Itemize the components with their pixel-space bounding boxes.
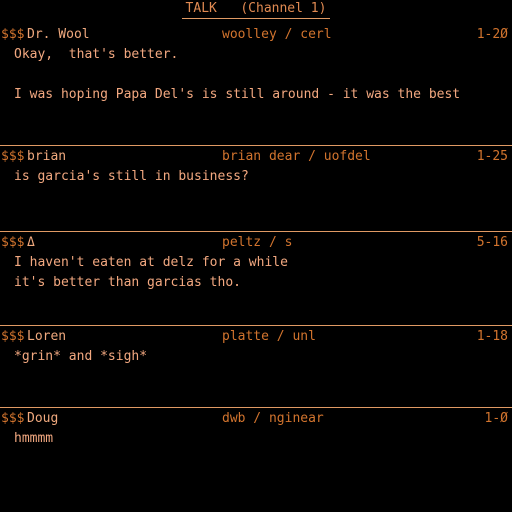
- message-header: $$$ Doug dwb / nginear 1-Ø: [0, 408, 512, 429]
- message-author-handle: brian: [27, 149, 67, 164]
- message-author-handle: Δ: [27, 235, 35, 250]
- message-block[interactable]: $$$ Loren platte / unl 1-18 *grin* and *sigh…: [0, 325, 512, 367]
- message-body: I haven't eaten at delz for a while it's …: [0, 253, 512, 293]
- message-author-handle: Dr. Wool: [27, 27, 90, 42]
- message-body: is garcia's still in business?: [0, 167, 512, 187]
- message-header: $$$ brian brian dear / uofdel 1-25: [0, 146, 512, 167]
- message-header: $$$ Δpeltz / s 5-16: [0, 232, 512, 253]
- message-block[interactable]: $$$ Doug dwb / nginear 1-Ø hmmmm: [0, 407, 512, 449]
- message-stamp: 1-25: [476, 149, 508, 164]
- message-body: *grin* and *sigh*: [0, 347, 512, 367]
- message-author-account: peltz / s: [222, 235, 293, 250]
- message-body: hmmmm: [0, 429, 512, 449]
- talk-header: TALK (Channel 1): [0, 0, 512, 22]
- message-block[interactable]: $$$ brian brian dear / uofdel 1-25 is garcia…: [0, 145, 512, 187]
- message-sigil: $$$: [1, 329, 25, 344]
- message-stamp: 1-18: [476, 329, 508, 344]
- message-header: $$$ Loren platte / unl 1-18: [0, 326, 512, 347]
- message-stamp: 1-Ø: [484, 411, 508, 426]
- page-title: TALK (Channel 1): [181, 0, 331, 19]
- message-list: $$$ Dr. Wool woolley / cerl 1-2Ø Okay, that'…: [0, 24, 512, 449]
- message-line: is garcia's still in business?: [14, 169, 249, 184]
- message-author-handle: Loren: [27, 329, 67, 344]
- message-stamp: 5-16: [476, 235, 508, 250]
- message-block[interactable]: $$$ Δpeltz / s 5-16 I haven't eaten at delz…: [0, 231, 512, 293]
- message-header: $$$ Dr. Wool woolley / cerl 1-2Ø: [0, 24, 512, 45]
- message-line: *grin* and *sigh*: [14, 349, 148, 364]
- message-line: it's better than garcias tho.: [14, 275, 241, 290]
- message-line: Okay, that's better.: [14, 47, 179, 62]
- message-sigil: $$$: [1, 149, 25, 164]
- message-stamp: 1-2Ø: [476, 27, 508, 42]
- message-author-account: platte / unl: [222, 329, 316, 344]
- message-line: hmmmm: [14, 431, 54, 446]
- message-line: I haven't eaten at delz for a while: [14, 255, 288, 270]
- message-sigil: $$$: [1, 27, 25, 42]
- message-block[interactable]: $$$ Dr. Wool woolley / cerl 1-2Ø Okay, that'…: [0, 24, 512, 105]
- terminal-screen: TALK (Channel 1) $$$ Dr. Wool woolley / ce…: [0, 0, 512, 512]
- message-author-account: woolley / cerl: [222, 27, 332, 42]
- message-sigil: $$$: [1, 411, 25, 426]
- message-author-account: brian dear / uofdel: [222, 149, 371, 164]
- message-line: [14, 65, 512, 85]
- message-author-handle: Doug: [27, 411, 59, 426]
- message-line: I was hoping Papa Del's is still around …: [14, 87, 461, 102]
- message-body: Okay, that's better. I was hoping Papa D…: [0, 45, 512, 105]
- message-sigil: $$$: [1, 235, 25, 250]
- message-author-account: dwb / nginear: [222, 411, 324, 426]
